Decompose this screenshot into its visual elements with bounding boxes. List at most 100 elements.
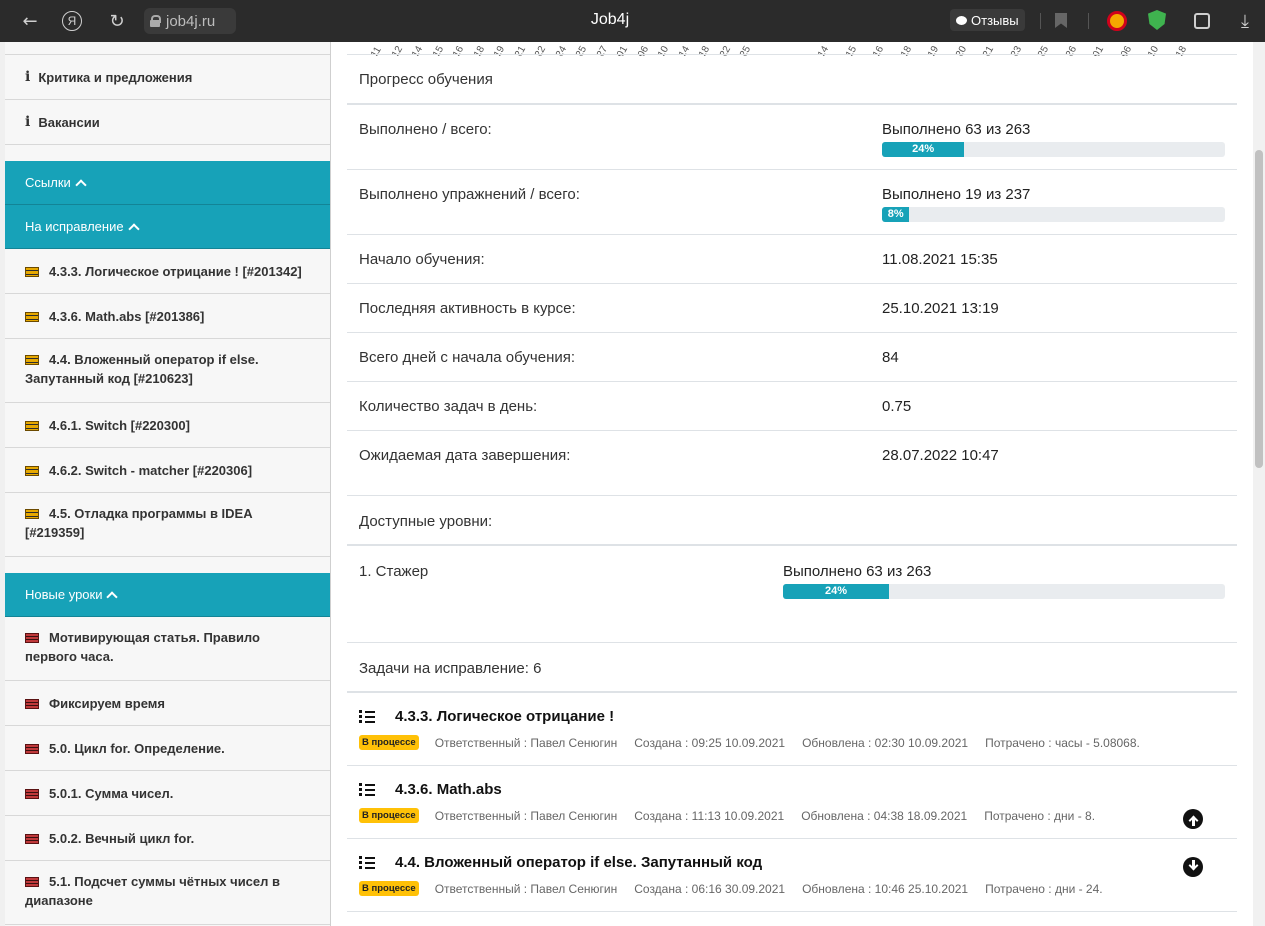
extension-icon[interactable] bbox=[1107, 11, 1127, 31]
fix-header-label: На исправление bbox=[25, 219, 124, 234]
bookmark-icon[interactable] bbox=[1055, 13, 1067, 28]
toolbar-divider bbox=[1088, 13, 1089, 29]
speech-bubble-icon bbox=[956, 15, 967, 25]
address-url: job4j.ru bbox=[166, 12, 216, 30]
sidebar-spacer bbox=[5, 145, 330, 161]
task-title-row[interactable]: 4.3.3. Логическое отрицание ! bbox=[359, 708, 614, 725]
checklist-icon bbox=[359, 710, 375, 723]
status-badge: В процессе bbox=[359, 881, 419, 896]
levels-header: Доступные уровни: bbox=[347, 496, 1237, 546]
main-content: 11 12 14 15 16 18 19 21 22 24 25 27 01 06 10 14 18 22 25 14… bbox=[331, 42, 1253, 926]
fix-item[interactable]: 4.6.2. Switch - matcher [#220306] bbox=[5, 448, 330, 493]
task-item[interactable]: 4.3.3. Логическое отрицание ! В процессе… bbox=[347, 693, 1237, 766]
lesson-item-label: 5.0. Цикл for. Определение. bbox=[49, 740, 225, 756]
collections-icon[interactable] bbox=[1190, 9, 1214, 33]
progress-row-start: Начало обучения: 11.08.2021 15:35 bbox=[347, 235, 1237, 284]
task-spent: Потрачено : дни - 8. bbox=[984, 808, 1096, 823]
lesson-icon bbox=[25, 788, 39, 799]
reviews-button[interactable]: Отзывы bbox=[950, 9, 1025, 31]
lesson-item[interactable]: Мотивирующая статья. Правило первого час… bbox=[5, 617, 330, 681]
reload-icon[interactable]: ↻ bbox=[105, 9, 129, 33]
task-item[interactable]: 4.4. Вложенный оператор if else. Запутан… bbox=[347, 839, 1237, 912]
task-title: 4.4. Вложенный оператор if else. Запутан… bbox=[395, 854, 763, 871]
lesson-item[interactable]: 5.0.2. Вечный цикл for. bbox=[5, 816, 330, 861]
task-created: Создана : 06:16 30.09.2021 bbox=[634, 881, 786, 896]
checklist-icon bbox=[359, 856, 375, 869]
sidebar-item-label: Вакансии bbox=[38, 114, 100, 130]
lesson-item[interactable]: Фиксируем время bbox=[5, 681, 330, 726]
row-value: Выполнено 19 из 237 bbox=[882, 186, 1031, 203]
task-meta: В процессе Ответственный : Павел Сенюгин… bbox=[359, 881, 1120, 896]
scrollbar-thumb[interactable] bbox=[1255, 150, 1263, 468]
lesson-item[interactable]: 5.1. Подсчет суммы чётных чисел в диапаз… bbox=[5, 861, 330, 925]
chevron-up-icon bbox=[75, 178, 87, 191]
tasks-header: Задачи на исправление: 6 bbox=[347, 643, 1237, 693]
arrow-down-circle-icon[interactable] bbox=[1183, 857, 1203, 877]
back-arrow-icon[interactable]: ← bbox=[18, 9, 42, 33]
fix-item-label: 4.4. Вложенный оператор if else. bbox=[49, 352, 259, 367]
task-responsible: Ответственный : Павел Сенюгин bbox=[434, 808, 618, 823]
sidebar-cut-item bbox=[5, 42, 330, 55]
progress-row-last-activity: Последняя активность в курсе: 25.10.2021… bbox=[347, 284, 1237, 333]
browser-toolbar: ← Я ↻ job4j.ru Job4j Отзывы ⤓ bbox=[0, 0, 1265, 42]
fix-item-label: 4.3.3. Логическое отрицание ! [#201342] bbox=[49, 263, 302, 279]
row-label: Количество задач в день: bbox=[359, 398, 538, 415]
task-item[interactable]: 4.3.6. Math.abs В процессе Ответственный… bbox=[347, 766, 1237, 839]
page-scrollbar[interactable] bbox=[1253, 42, 1265, 926]
task-responsible: Ответственный : Павел Сенюгин bbox=[434, 735, 618, 750]
row-value: 84 bbox=[882, 349, 899, 366]
task-title: 4.3.3. Логическое отрицание ! bbox=[395, 708, 615, 725]
lesson-item[interactable]: 5.0. Цикл for. Определение. bbox=[5, 726, 330, 771]
checklist-icon bbox=[359, 783, 375, 796]
progress-bar: 24% bbox=[882, 142, 1225, 157]
download-icon[interactable]: ⤓ bbox=[1233, 9, 1257, 33]
new-lessons-header-label: Новые уроки bbox=[25, 587, 103, 602]
progress-row-done: Выполнено / всего: Выполнено 63 из 263 2… bbox=[347, 105, 1237, 170]
fix-item[interactable]: 4.3.6. Math.abs [#201386] bbox=[5, 294, 330, 339]
fix-header[interactable]: На исправление bbox=[5, 205, 330, 249]
yandex-icon[interactable]: Я bbox=[60, 9, 84, 33]
fix-item-label-line2: [#219359] bbox=[25, 525, 85, 540]
new-lessons-header[interactable]: Новые уроки bbox=[5, 573, 330, 617]
task-title-row[interactable]: 4.4. Вложенный оператор if else. Запутан… bbox=[359, 854, 762, 871]
fix-item[interactable]: 4.6.1. Switch [#220300] bbox=[5, 403, 330, 448]
row-label: Ожидаемая дата завершения: bbox=[359, 447, 571, 464]
reviews-label: Отзывы bbox=[971, 12, 1019, 28]
status-badge: В процессе bbox=[359, 735, 419, 750]
lesson-icon bbox=[25, 833, 39, 844]
task-meta: В процессе Ответственный : Павел Сенюгин… bbox=[359, 808, 1112, 823]
row-value: 28.07.2022 10:47 bbox=[882, 447, 999, 464]
task-updated: Обновлена : 02:30 10.09.2021 bbox=[802, 735, 969, 750]
lesson-item[interactable]: 5.0.1. Сумма чисел. bbox=[5, 771, 330, 816]
fix-item[interactable]: 4.4. Вложенный оператор if else. Запутан… bbox=[5, 339, 330, 403]
lesson-icon bbox=[25, 743, 39, 754]
progress-header: Прогресс обучения bbox=[347, 55, 1237, 105]
address-bar[interactable]: job4j.ru bbox=[144, 8, 236, 34]
sidebar-item-feedback[interactable]: i Критика и предложения bbox=[5, 55, 330, 100]
links-header[interactable]: Ссылки bbox=[5, 161, 330, 205]
task-icon bbox=[25, 465, 39, 476]
row-value: 0.75 bbox=[882, 398, 912, 415]
sidebar-item-label: Критика и предложения bbox=[38, 69, 193, 85]
lesson-icon bbox=[25, 633, 39, 643]
sidebar: i Критика и предложения i Вакансии Ссылк… bbox=[5, 42, 331, 926]
level-progress-fill: 24% bbox=[783, 584, 890, 599]
lesson-icon bbox=[25, 877, 39, 887]
row-label: Выполнено упражнений / всего: bbox=[359, 186, 580, 203]
arrow-up-circle-icon[interactable] bbox=[1183, 809, 1203, 829]
task-meta: В процессе Ответственный : Павел Сенюгин… bbox=[359, 735, 1157, 750]
task-title-row[interactable]: 4.3.6. Math.abs bbox=[359, 781, 502, 798]
tasks-title: Задачи на исправление: 6 bbox=[359, 660, 542, 677]
info-icon: i bbox=[25, 113, 31, 130]
lesson-item-label-line2: диапазоне bbox=[25, 893, 93, 908]
progress-bar-fill: 8% bbox=[882, 207, 910, 222]
shield-extension-icon[interactable] bbox=[1148, 10, 1166, 30]
page-title: Job4j bbox=[590, 11, 630, 28]
fix-item[interactable]: 4.5. Отладка программы в IDEA [#219359] bbox=[5, 493, 330, 557]
progress-row-exercises: Выполнено упражнений / всего: Выполнено … bbox=[347, 170, 1237, 235]
sidebar-item-vacancies[interactable]: i Вакансии bbox=[5, 100, 330, 145]
row-label: Всего дней с начала обучения: bbox=[359, 349, 576, 366]
fix-item[interactable]: 4.3.3. Логическое отрицание ! [#201342] bbox=[5, 249, 330, 294]
progress-row-per-day: Количество задач в день: 0.75 bbox=[347, 382, 1237, 431]
task-spent: Потрачено : дни - 24. bbox=[985, 881, 1103, 896]
